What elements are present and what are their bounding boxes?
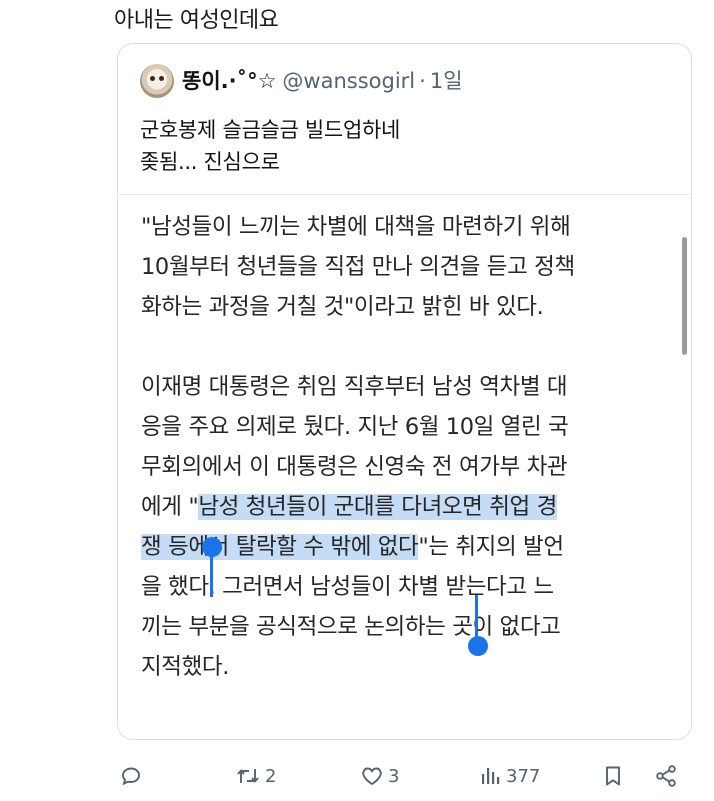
like-button[interactable]: 3: [360, 758, 399, 794]
article-line: 끼는 부분을 공식적으로 논의하는 곳이 없다고: [141, 614, 561, 640]
separator-dot: ·: [419, 69, 426, 93]
article-screenshot-image[interactable]: "남성들이 느끼는 차별에 대책을 마련하기 위해 10월부터 청년들을 직접 …: [119, 194, 691, 739]
share-icon: [656, 765, 676, 787]
tweet-text-line: 좆됨... 진심으로: [140, 150, 280, 174]
selected-text: 남성 청년들이 군대를 다녀오면 취업 경: [198, 494, 557, 520]
scrollbar-thumb[interactable]: [682, 237, 687, 355]
bookmark-button[interactable]: [601, 758, 625, 794]
article-text-prefix: 에게 ": [141, 494, 199, 520]
views-button[interactable]: 377: [478, 758, 540, 794]
selected-text: 쟁 등에서 탈락할 수 밖에 없다: [141, 534, 419, 560]
like-count: 3: [388, 765, 400, 787]
article-line-selection-start: 에게 "남성 청년들이 군대를 다녀오면 취업 경: [141, 487, 575, 527]
tweet-time[interactable]: 1일: [430, 69, 463, 93]
article-line: 을 했다. 그러면서 남성들이 차별 받는다고 느: [141, 574, 554, 600]
article-line: 이재명 대통령은 취임 직후부터 남성 역차별 대: [141, 374, 568, 400]
quoted-tweet-card[interactable]: 똥이.·˚°☆ @wanssogirl · 1일 군호봉제 슬금슬금 빌드업하네 좆됨…: [117, 43, 692, 740]
article-line: 응을 주요 의제로 뒀다. 지난 6월 10일 열린 국: [141, 414, 569, 440]
author-line: 똥이.·˚°☆ @wanssogirl · 1일: [182, 65, 463, 95]
like-icon: [362, 767, 382, 786]
selection-end-handle[interactable]: [468, 636, 488, 656]
selection-end-caret: [475, 595, 478, 641]
article-line: "남성들이 느끼는 차별에 대책을 마련하기 위해: [141, 214, 571, 240]
tweet-text-line: 군호봉제 슬금슬금 빌드업하네: [140, 118, 401, 142]
bookmark-icon: [606, 766, 620, 786]
article-line: 10월부터 청년들을 직접 만나 의견을 듣고 정책: [141, 254, 575, 280]
tweet-action-bar: 2 3 377: [117, 758, 692, 794]
article-line: 화하는 과정을 거칠 것"이라고 밝힌 바 있다.: [141, 294, 544, 320]
retweet-button[interactable]: 2: [235, 758, 276, 794]
quoted-tweet-text: 군호봉제 슬금슬금 빌드업하네 좆됨... 진심으로: [140, 114, 400, 178]
reply-button[interactable]: [119, 758, 147, 794]
reply-icon: [122, 767, 140, 786]
author-name[interactable]: 똥이.·˚°☆: [182, 69, 276, 93]
tweet-screen: 아내는 여성인데요 똥이.·˚°☆ @wanssogirl · 1일 군호봉제 슬금슬…: [0, 0, 714, 801]
retweet-icon: [237, 769, 259, 783]
author-handle[interactable]: @wanssogirl: [282, 69, 415, 93]
retweet-count: 2: [265, 765, 277, 787]
article-text: "남성들이 느끼는 차별에 대책을 마련하기 위해 10월부터 청년들을 직접 …: [141, 207, 575, 687]
article-line: 지적했다.: [141, 654, 229, 680]
share-button[interactable]: [654, 758, 678, 794]
view-count: 377: [506, 765, 541, 787]
selection-start-caret: [210, 551, 213, 597]
comment-text: 아내는 여성인데요: [114, 8, 279, 33]
article-line: 무회의에서 이 대통령은 신영숙 전 여가부 차관: [141, 454, 568, 480]
views-icon: [482, 768, 500, 784]
article-text-suffix: "는 취지의 발언: [418, 534, 564, 560]
author-avatar[interactable]: [140, 64, 174, 98]
